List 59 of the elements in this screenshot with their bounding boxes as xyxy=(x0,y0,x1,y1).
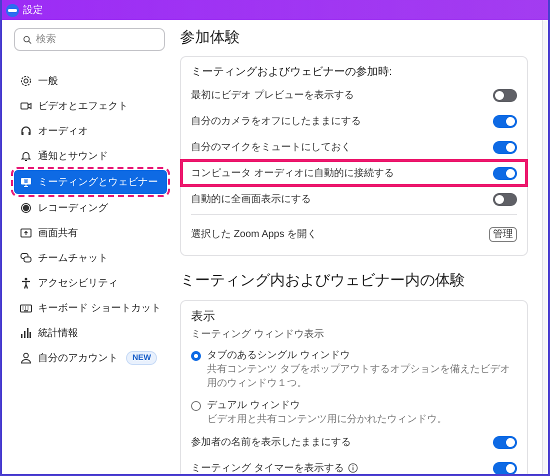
sidebar-item[interactable]: ミーティングとウェビナー xyxy=(14,170,167,194)
setting-label: 参加者の名前を表示したままにする xyxy=(191,436,351,450)
section-heading: ミーティング内およびウェビナー内の体験 xyxy=(180,271,466,291)
search-input[interactable]: 検索 xyxy=(36,32,156,47)
chat-bubbles-icon xyxy=(20,252,32,264)
option-description: 共有コンテンツ タブをポップアウトするオプションを備えたビデオ用のウィンドウ１つ。 xyxy=(207,363,511,391)
option-caption: ミーティング ウィンドウ表示 xyxy=(191,328,324,342)
keyboard-icon xyxy=(20,302,32,314)
toggle-switch[interactable] xyxy=(493,114,517,128)
card-heading: 表示 xyxy=(191,308,216,324)
setting-label: タブのあるシングル ウィンドウ xyxy=(207,348,350,363)
new-badge: NEW xyxy=(126,351,157,365)
search-field[interactable]: 検索 xyxy=(14,28,165,51)
window-title: 設定 xyxy=(23,4,43,18)
setting-label: 自動的に全画面表示にする xyxy=(191,192,311,206)
gear-icon xyxy=(20,75,32,87)
record-icon xyxy=(20,202,32,214)
sidebar-item[interactable]: オーディオ xyxy=(14,119,167,143)
section-heading: 参加体験 xyxy=(180,28,241,48)
sidebar-item[interactable]: 統計情報 xyxy=(14,321,167,345)
monitor-icon xyxy=(20,176,32,188)
radio-button[interactable] xyxy=(191,400,201,410)
info-icon[interactable] xyxy=(348,463,358,473)
setting-label: 選択した Zoom Apps を開く xyxy=(191,228,318,242)
setting-label: ミーティング タイマーを表示する xyxy=(191,462,344,474)
manage-button[interactable]: 管理 xyxy=(489,226,517,242)
toggle-switch[interactable] xyxy=(493,88,517,102)
sidebar-item[interactable]: 通知とサウンド xyxy=(14,144,167,168)
option-description: ビデオ用と共有コンテンツ用に分かれたウィンドウ。 xyxy=(207,413,448,427)
radio-button[interactable] xyxy=(191,350,201,360)
scrollbar[interactable] xyxy=(542,20,548,474)
sidebar-item[interactable]: 自分のアカウント NEW xyxy=(14,346,167,370)
toggle-switch[interactable] xyxy=(493,140,517,154)
card-heading: ミーティングおよびウェビナーの参加時: xyxy=(191,65,394,80)
sidebar-item[interactable]: ビデオとエフェクト xyxy=(14,94,167,118)
app-logo-icon xyxy=(6,4,19,16)
bell-icon xyxy=(20,150,32,162)
setting-label: コンピュータ オーディオに自動的に接続する xyxy=(191,166,394,180)
setting-label: 自分のマイクをミュートにしておく xyxy=(191,140,351,154)
screen-share-icon xyxy=(20,227,32,239)
sidebar-item[interactable]: キーボード ショートカット xyxy=(14,296,167,320)
setting-label: 自分のカメラをオフにしたままにする xyxy=(191,114,361,128)
person-icon xyxy=(20,277,32,289)
sidebar-item[interactable]: レコーディング xyxy=(14,196,167,220)
toggle-switch[interactable] xyxy=(493,192,517,206)
user-icon xyxy=(20,352,32,364)
sidebar-item[interactable]: 一般 xyxy=(14,69,167,93)
search-icon xyxy=(23,34,32,44)
toggle-switch[interactable] xyxy=(493,436,517,448)
sidebar-item[interactable]: チームチャット xyxy=(14,246,167,270)
toggle-switch[interactable] xyxy=(493,462,517,474)
sidebar-item[interactable]: 画面共有 xyxy=(14,221,167,245)
setting-label: デュアル ウィンドウ xyxy=(207,399,300,413)
sidebar-item[interactable]: アクセシビリティ xyxy=(14,271,167,295)
video-camera-icon xyxy=(20,100,32,112)
setting-label: 最初にビデオ プレビューを表示する xyxy=(191,88,354,102)
bar-chart-icon xyxy=(20,327,32,339)
toggle-switch[interactable] xyxy=(493,166,517,180)
headphones-icon xyxy=(20,125,32,137)
